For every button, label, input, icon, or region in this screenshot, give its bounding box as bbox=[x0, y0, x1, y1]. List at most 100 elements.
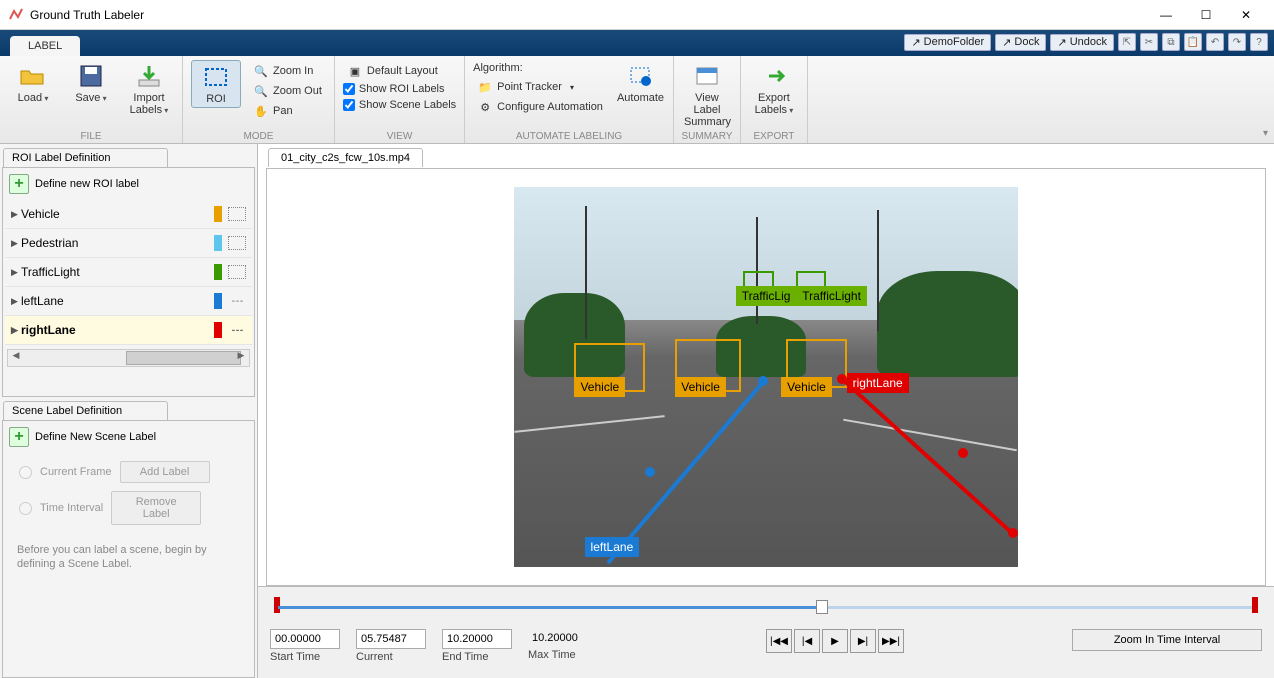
view-summary-button[interactable]: View Label Summary bbox=[682, 60, 732, 130]
rect-shape-icon bbox=[228, 207, 246, 221]
pan-button[interactable]: ✋Pan bbox=[249, 102, 326, 120]
document-tab[interactable]: 01_city_c2s_fcw_10s.mp4 bbox=[268, 148, 423, 167]
qat-icon-1[interactable]: ⇱ bbox=[1118, 33, 1136, 51]
show-roi-checkbox[interactable]: Show ROI Labels bbox=[343, 82, 456, 96]
algorithm-dropdown[interactable]: 📁Point Tracker▾ bbox=[473, 78, 607, 96]
expand-icon[interactable]: ▶ bbox=[11, 267, 21, 278]
video-frame: TrafficLig TrafficLight Vehicle Vehicle … bbox=[514, 187, 1018, 567]
rect-shape-icon bbox=[228, 236, 246, 250]
time-slider[interactable] bbox=[270, 597, 1262, 617]
window-title: Ground Truth Labeler bbox=[30, 8, 1146, 22]
import-icon bbox=[133, 62, 165, 90]
ribbon-group-mode: ROI 🔍Zoom In 🔍Zoom Out ✋Pan MODE bbox=[183, 56, 335, 143]
roi-label-list: ▶Vehicle▶Pedestrian▶TrafficLight▶leftLan… bbox=[5, 200, 252, 345]
left-panel: ROI Label Definition + Define new ROI la… bbox=[0, 144, 258, 678]
demofolder-link[interactable]: ↗DemoFolder bbox=[904, 34, 991, 51]
load-button[interactable]: Load bbox=[8, 60, 58, 106]
default-layout-button[interactable]: ▣Default Layout bbox=[343, 62, 456, 80]
ribbon-group-view: ▣Default Layout Show ROI Labels Show Sce… bbox=[335, 56, 465, 143]
end-time-input[interactable] bbox=[442, 629, 512, 649]
dock-link[interactable]: ↗Dock bbox=[995, 34, 1046, 51]
roi-item-trafficlight[interactable]: ▶TrafficLight bbox=[5, 258, 252, 287]
color-swatch bbox=[214, 293, 222, 309]
slider-thumb[interactable] bbox=[816, 600, 828, 614]
maximize-button[interactable]: ☐ bbox=[1186, 1, 1226, 29]
zoom-time-interval-button[interactable]: Zoom In Time Interval bbox=[1072, 629, 1262, 651]
layout-icon: ▣ bbox=[347, 63, 363, 79]
color-swatch bbox=[214, 264, 222, 280]
video-canvas[interactable]: TrafficLig TrafficLight Vehicle Vehicle … bbox=[266, 168, 1266, 586]
expand-icon[interactable]: ▶ bbox=[11, 238, 21, 249]
toolstrip-tabbar: LABEL ↗DemoFolder ↗Dock ↗Undock ⇱ ✂ ⧉ 📋 … bbox=[0, 30, 1274, 56]
define-roi-button[interactable]: + Define new ROI label bbox=[5, 170, 252, 198]
roi-mode-button[interactable]: ROI bbox=[191, 60, 241, 108]
roi-panel-header[interactable]: ROI Label Definition bbox=[3, 148, 168, 168]
roi-item-leftlane[interactable]: ▶leftLane- - - bbox=[5, 287, 252, 316]
expand-icon[interactable]: ▶ bbox=[11, 209, 21, 220]
expand-icon[interactable]: ▶ bbox=[11, 325, 21, 336]
folder-icon: 📁 bbox=[477, 79, 493, 95]
scene-hint-text: Before you can label a scene, begin by d… bbox=[5, 535, 252, 580]
roi-item-vehicle[interactable]: ▶Vehicle bbox=[5, 200, 252, 229]
main-area: ROI Label Definition + Define new ROI la… bbox=[0, 144, 1274, 678]
qat-help-icon[interactable]: ? bbox=[1250, 33, 1268, 51]
roi-item-name: TrafficLight bbox=[21, 265, 214, 279]
qat-paste-icon[interactable]: 📋 bbox=[1184, 33, 1202, 51]
roi-item-name: rightLane bbox=[21, 323, 214, 337]
roi-rect-icon bbox=[200, 63, 232, 91]
tab-label[interactable]: LABEL bbox=[10, 36, 80, 56]
zoom-out-button[interactable]: 🔍Zoom Out bbox=[249, 82, 326, 100]
undock-link[interactable]: ↗Undock bbox=[1050, 34, 1114, 51]
roi-item-rightlane[interactable]: ▶rightLane- - - bbox=[5, 316, 252, 345]
roi-item-name: Vehicle bbox=[21, 207, 214, 221]
ribbon-group-file: Load Save Import Labels FILE bbox=[0, 56, 183, 143]
roi-hscrollbar[interactable]: ◀▶ bbox=[7, 349, 250, 367]
scene-panel-body: + Define New Scene Label Current Frame A… bbox=[2, 420, 255, 678]
ribbon-group-export: Export Labels EXPORT bbox=[741, 56, 808, 143]
plus-icon: + bbox=[9, 427, 29, 447]
expand-icon[interactable]: ▶ bbox=[11, 296, 21, 307]
gear-icon: ⚙ bbox=[477, 99, 493, 115]
goto-end-button[interactable]: ▶▶| bbox=[878, 629, 904, 653]
play-button[interactable]: ▶ bbox=[822, 629, 848, 653]
qat-cut-icon[interactable]: ✂ bbox=[1140, 33, 1158, 51]
folder-open-icon bbox=[17, 62, 49, 90]
roi-item-name: Pedestrian bbox=[21, 236, 214, 250]
rect-shape-icon bbox=[228, 265, 246, 279]
start-time-input[interactable] bbox=[270, 629, 340, 649]
current-time-input[interactable] bbox=[356, 629, 426, 649]
zoom-in-button[interactable]: 🔍Zoom In bbox=[249, 62, 326, 80]
define-scene-button[interactable]: + Define New Scene Label bbox=[5, 423, 252, 451]
close-button[interactable]: ✕ bbox=[1226, 1, 1266, 29]
qat-copy-icon[interactable]: ⧉ bbox=[1162, 33, 1180, 51]
scene-panel-header[interactable]: Scene Label Definition bbox=[3, 401, 168, 421]
save-icon bbox=[75, 62, 107, 90]
show-scene-checkbox[interactable]: Show Scene Labels bbox=[343, 98, 456, 112]
export-icon bbox=[758, 62, 790, 90]
import-labels-button[interactable]: Import Labels bbox=[124, 60, 174, 118]
save-button[interactable]: Save bbox=[66, 60, 116, 106]
remove-label-button: Remove Label bbox=[111, 491, 201, 525]
max-time-text: 10.20000 bbox=[528, 629, 598, 647]
line-shape-icon: - - - bbox=[228, 294, 246, 308]
automate-icon bbox=[624, 62, 656, 90]
roi-item-pedestrian[interactable]: ▶Pedestrian bbox=[5, 229, 252, 258]
color-swatch bbox=[214, 235, 222, 251]
qat-undo-icon[interactable]: ↶ bbox=[1206, 33, 1224, 51]
automate-button[interactable]: Automate bbox=[615, 60, 665, 106]
qat-redo-icon[interactable]: ↷ bbox=[1228, 33, 1246, 51]
time-interval-radio bbox=[19, 502, 32, 515]
step-fwd-button[interactable]: ▶| bbox=[850, 629, 876, 653]
configure-automation-button[interactable]: ⚙Configure Automation bbox=[473, 98, 607, 116]
summary-icon bbox=[691, 62, 723, 90]
minimize-button[interactable]: — bbox=[1146, 1, 1186, 29]
pan-icon: ✋ bbox=[253, 103, 269, 119]
start-flag-icon[interactable] bbox=[274, 597, 280, 613]
step-back-button[interactable]: |◀ bbox=[794, 629, 820, 653]
ribbon-group-automate: Algorithm: 📁Point Tracker▾ ⚙Configure Au… bbox=[465, 56, 674, 143]
end-flag-icon[interactable] bbox=[1252, 597, 1258, 613]
goto-start-button[interactable]: |◀◀ bbox=[766, 629, 792, 653]
zoom-in-icon: 🔍 bbox=[253, 63, 269, 79]
export-labels-button[interactable]: Export Labels bbox=[749, 60, 799, 118]
ribbon-collapse-icon[interactable]: ▾ bbox=[1263, 128, 1268, 139]
